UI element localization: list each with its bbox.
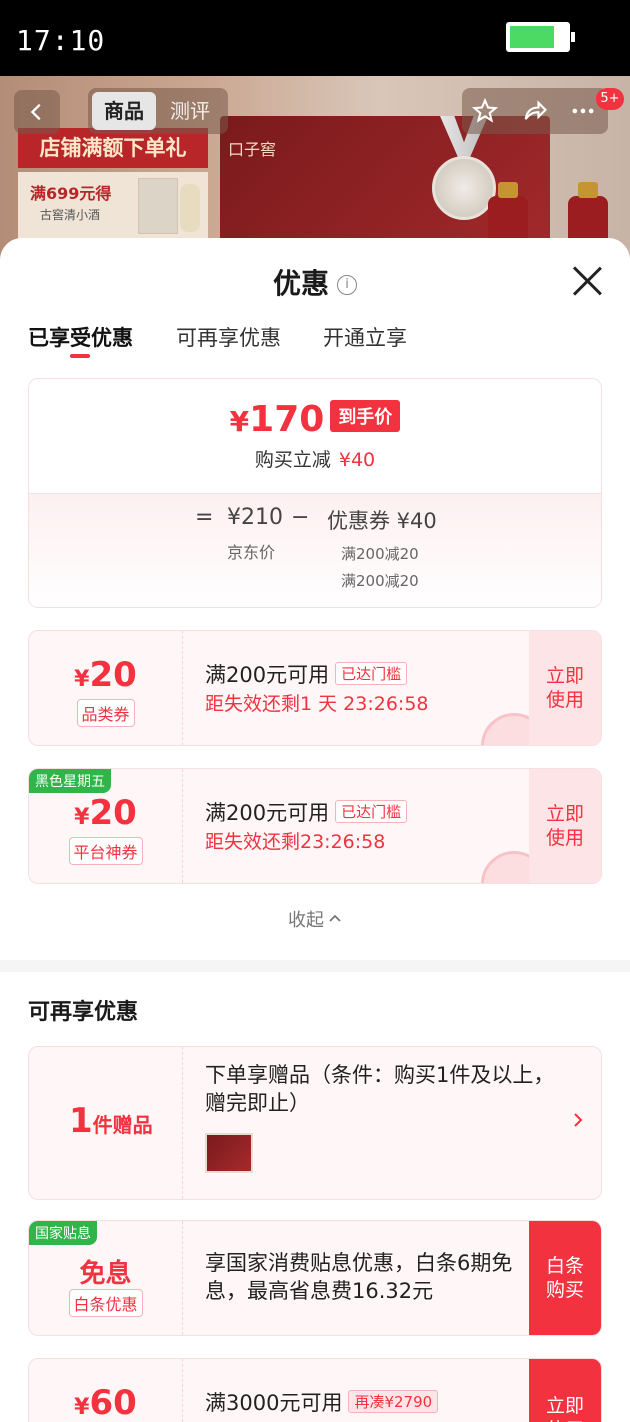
back-button[interactable] xyxy=(14,90,60,134)
tab-more-available[interactable]: 可再享优惠 xyxy=(176,322,281,352)
final-price-tag: 到手价 xyxy=(330,400,401,432)
coupon-condition: 满200减20 xyxy=(341,572,419,590)
coupon-condition: 满200元可用 xyxy=(205,801,330,825)
brand-logo: 口子窖 xyxy=(228,140,277,159)
use-now-button[interactable]: 立即使用 xyxy=(529,1359,601,1422)
tab-activate[interactable]: 开通立享 xyxy=(323,322,407,352)
coupon-kind: 白条优惠 xyxy=(68,1289,143,1317)
more-icon[interactable] xyxy=(568,96,598,126)
coupon-kind: 品类券 xyxy=(76,699,135,727)
coupon-value: ¥20 xyxy=(74,793,137,833)
battery-icon xyxy=(506,22,575,52)
close-icon[interactable] xyxy=(570,264,604,298)
coupon-condition: 满3000元可用 xyxy=(205,1391,343,1415)
instant-reduction: 购买立减 ¥40 xyxy=(254,449,376,471)
coupon-value: ¥60 xyxy=(74,1383,137,1422)
notification-badge: 5+ xyxy=(596,88,624,110)
price-summary-card: ¥170 到手价 购买立减 ¥40 = ¥210 京东价 − 优惠券 ¥40 满20… xyxy=(28,378,602,608)
back-arrow-icon xyxy=(30,103,41,121)
threshold-badge: 已达门槛 xyxy=(335,662,408,685)
discount-sheet: 优惠 i 已享受优惠 可再享优惠 开通立享 ¥170 到手价 购买立减 ¥40 = ¥… xyxy=(0,238,630,1422)
collapse-button[interactable]: 收起 xyxy=(0,906,630,932)
section-title: 可再享优惠 xyxy=(28,1000,139,1025)
threshold-badge: 再凑¥2790 xyxy=(348,1390,439,1413)
tab-enjoyed[interactable]: 已享受优惠 xyxy=(28,322,133,352)
tab-review[interactable]: 测评 xyxy=(170,92,210,130)
section-divider xyxy=(0,960,630,972)
coupon-kind: 平台神券 xyxy=(68,837,143,865)
chevron-up-icon xyxy=(329,914,341,922)
star-icon[interactable] xyxy=(470,96,500,126)
coupon-total: 优惠券 ¥40 xyxy=(327,509,437,533)
promo-banner: 店铺满额下单礼 xyxy=(18,128,208,168)
discount-tabs: 已享受优惠 可再享优惠 开通立享 xyxy=(28,322,602,362)
final-price: ¥170 到手价 xyxy=(29,399,601,440)
use-now-button[interactable]: 立即使用 xyxy=(529,631,601,745)
coupon-card: ¥20 品类券 满200元可用 已达门槛 距失效还剩1 天 23:26:58 立即… xyxy=(28,630,602,746)
status-time: 17:10 xyxy=(16,24,106,57)
chevron-right-icon xyxy=(574,1113,583,1127)
header-actions xyxy=(462,88,608,134)
interest-free-card: 免息 白条优惠 国家贴息 享国家消费贴息优惠，白条6期免息，最高省息费16.32… xyxy=(28,1220,602,1336)
coupon-card: ¥60 满3000元可用再凑¥2790 立即使用 xyxy=(28,1358,602,1422)
gift-thumbnail xyxy=(205,1133,253,1173)
interest-free-description: 享国家消费贴息优惠，白条6期免息，最高省息费16.32元 xyxy=(205,1251,513,1303)
use-now-button[interactable]: 立即使用 xyxy=(529,769,601,883)
status-bar: 17:10 xyxy=(0,0,630,76)
gift-offer-card[interactable]: 1件赠品 下单享赠品（条件：购买1件及以上，赠完即止） xyxy=(28,1046,602,1200)
coupon-condition: 满200减20 xyxy=(341,545,419,563)
medal-image xyxy=(432,156,496,220)
coupon-value: ¥20 xyxy=(74,655,137,695)
promo-sub-card: 满699元得 古窖清小酒 xyxy=(18,172,208,242)
baitiao-buy-button[interactable]: 白条购买 xyxy=(529,1221,601,1335)
sheet-title: 优惠 i xyxy=(0,262,630,302)
coupon-card: ¥20 平台神券 黑色星期五 满200元可用 已达门槛 距失效还剩23:26:58… xyxy=(28,768,602,884)
coupon-countdown: 距失效还剩1 天 23:26:58 xyxy=(205,693,429,715)
black-friday-tag: 黑色星期五 xyxy=(29,769,111,793)
tab-product[interactable]: 商品 xyxy=(92,92,156,130)
interest-free-label: 免息 xyxy=(79,1259,132,1289)
subsidy-tag: 国家贴息 xyxy=(29,1221,97,1245)
tab-underline xyxy=(70,354,90,358)
jd-price: ¥210 xyxy=(227,505,283,530)
info-icon[interactable]: i xyxy=(337,275,357,295)
coupon-condition: 满200元可用 xyxy=(205,663,330,687)
header-tabs: 商品 测评 xyxy=(88,88,228,134)
jd-price-label: 京东价 xyxy=(227,543,276,562)
gift-count: 1件赠品 xyxy=(69,1101,153,1141)
gift-description: 下单享赠品（条件：购买1件及以上，赠完即止） xyxy=(205,1063,555,1115)
coupon-countdown: 距失效还剩23:26:58 xyxy=(205,831,386,853)
threshold-badge: 已达门槛 xyxy=(335,800,408,823)
share-icon[interactable] xyxy=(520,96,550,126)
